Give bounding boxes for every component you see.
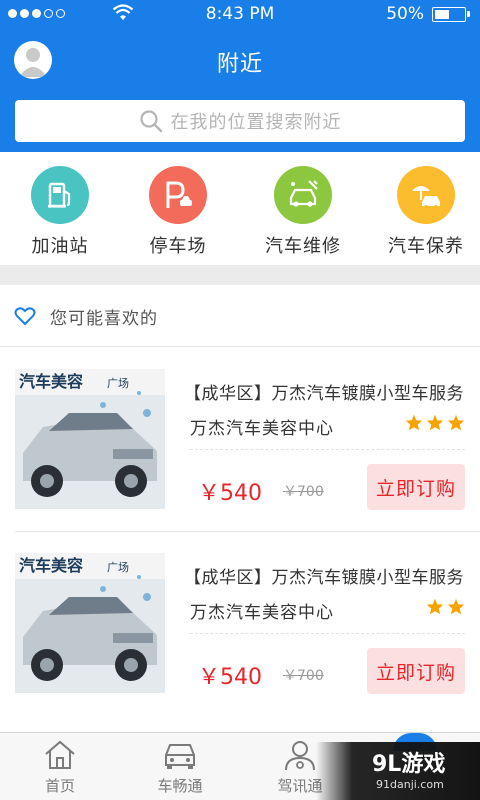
watermark-brand: 9L游戏 — [372, 752, 446, 777]
battery-percentage: 50% — [386, 4, 424, 24]
car-icon — [120, 737, 240, 773]
tab-home[interactable]: 首页 — [0, 737, 120, 796]
rating-stars — [426, 598, 465, 615]
thumb-tag: 广场 — [107, 560, 129, 574]
thumb-title: 汽车美容 — [19, 556, 83, 575]
star-icon — [426, 598, 444, 615]
price: ￥540 — [198, 481, 262, 506]
product-thumbnail: 汽车美容 广场 — [15, 369, 165, 509]
tab-car[interactable]: 车畅通 — [120, 737, 240, 796]
search-input[interactable]: 在我的位置搜索附近 — [15, 100, 465, 142]
order-button[interactable]: 立即订购 — [367, 464, 465, 510]
heart-outline-icon — [14, 307, 36, 330]
car-repair-icon — [274, 166, 332, 224]
product-name: 【成华区】万杰汽车镀膜小型车服务 — [184, 384, 464, 404]
status-bar: 8:43 PM 50% — [0, 0, 480, 28]
home-icon — [0, 737, 120, 773]
category-label: 停车场 — [149, 236, 207, 257]
car-maintenance-icon — [397, 166, 455, 224]
star-icon — [447, 414, 465, 431]
original-price: ￥700 — [283, 484, 324, 500]
search-placeholder: 在我的位置搜索附近 — [170, 112, 342, 133]
battery-icon — [432, 7, 470, 22]
divider — [190, 633, 465, 634]
category-label: 汽车维修 — [265, 236, 341, 257]
section-divider — [0, 265, 480, 285]
recommend-header: 您可能喜欢的 — [0, 285, 480, 347]
recommend-title: 您可能喜欢的 — [50, 309, 158, 329]
category-bar: 加油站 停车场 汽车维修 汽车保养 — [0, 152, 480, 265]
recommend-list: 汽车美容 广场 【成华区】万杰汽车镀膜小型车服务 万杰汽车美容中心 ￥540 ￥… — [0, 347, 480, 732]
list-item[interactable]: 汽车美容 广场 【成华区】万杰汽车镀膜小型车服务 万杰汽车美容中心 ￥540 ￥… — [0, 347, 480, 532]
category-gas-station[interactable]: 加油站 — [0, 166, 120, 258]
search-icon — [139, 110, 162, 133]
price: ￥540 — [198, 665, 262, 690]
nav-bar: 附近 — [0, 28, 480, 92]
order-button[interactable]: 立即订购 — [367, 648, 465, 694]
shop-name: 万杰汽车美容中心 — [190, 419, 334, 439]
tab-label: 车畅通 — [157, 777, 203, 795]
list-item[interactable]: 汽车美容 广场 【成华区】万杰汽车镀膜小型车服务 万杰汽车美容中心 ￥540 ￥… — [0, 531, 480, 715]
tab-label: 首页 — [44, 777, 75, 795]
category-label: 汽车保养 — [388, 236, 464, 257]
original-price: ￥700 — [283, 668, 324, 684]
thumb-tag: 广场 — [107, 376, 129, 390]
category-label: 加油站 — [31, 236, 89, 257]
star-icon — [447, 598, 465, 615]
parking-icon — [149, 166, 207, 224]
watermark-url: 91danji.com — [376, 778, 444, 791]
shop-name: 万杰汽车美容中心 — [190, 603, 334, 623]
watermark: 9L游戏 91danji.com — [316, 742, 480, 800]
category-parking[interactable]: 停车场 — [118, 166, 238, 258]
product-thumbnail: 汽车美容 广场 — [15, 553, 165, 693]
category-car-repair[interactable]: 汽车维修 — [243, 166, 363, 258]
divider — [190, 449, 465, 450]
search-area: 在我的位置搜索附近 — [0, 92, 480, 152]
star-icon — [426, 414, 444, 431]
page-title: 附近 — [216, 52, 263, 77]
product-name: 【成华区】万杰汽车镀膜小型车服务 — [184, 568, 464, 588]
rating-stars — [405, 414, 465, 431]
thumb-title: 汽车美容 — [19, 372, 83, 391]
star-icon — [405, 414, 423, 431]
category-car-maintenance[interactable]: 汽车保养 — [366, 166, 480, 258]
gas-station-icon — [31, 166, 89, 224]
